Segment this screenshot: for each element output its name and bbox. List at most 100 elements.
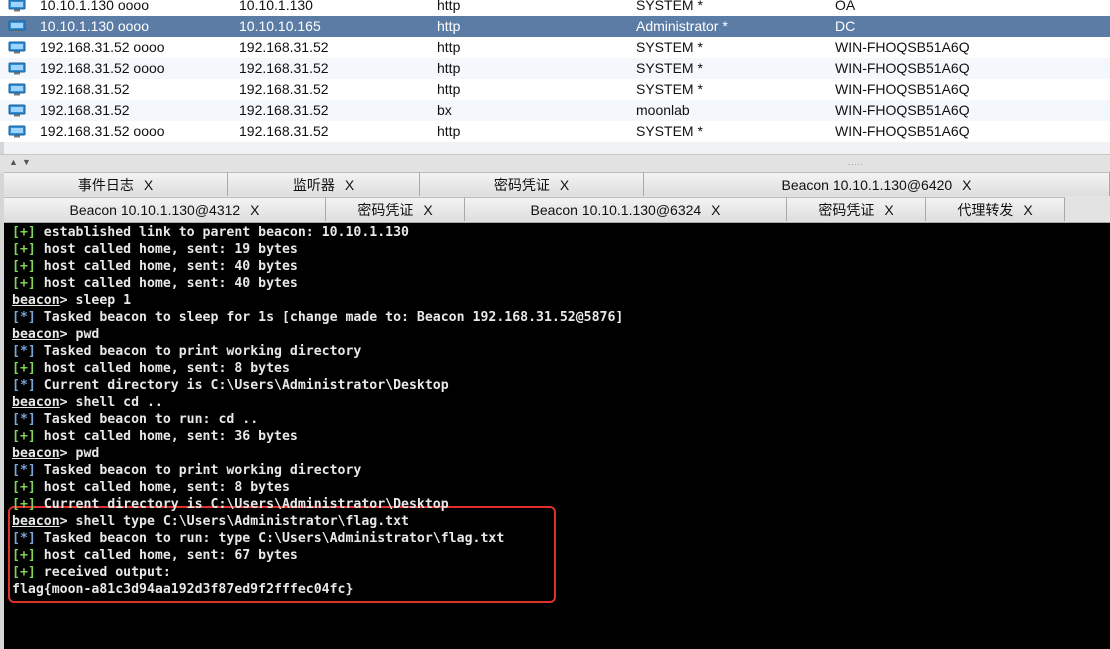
session-external-ip: 192.168.31.52 oooo: [40, 39, 165, 55]
session-row[interactable]: 10.10.1.130 oooo 10.10.10.165 http Administ…: [0, 16, 1110, 37]
session-internal-ip: 192.168.31.52: [239, 39, 329, 55]
session-listener: http: [437, 81, 461, 97]
divider-grip-icon[interactable]: .....: [848, 158, 864, 167]
tab-close-icon[interactable]: X: [423, 202, 432, 218]
tab[interactable]: 代理转发 X: [926, 197, 1065, 221]
tab[interactable]: 监听器 X: [228, 172, 420, 196]
session-computer-name: WIN-FHOQSB51A6Q: [835, 60, 970, 76]
session-user: SYSTEM *: [636, 81, 703, 97]
session-user: SYSTEM *: [636, 123, 703, 139]
console-prefix: [+]: [12, 259, 36, 274]
tab-close-icon[interactable]: X: [250, 202, 259, 218]
tab[interactable]: 密码凭证 X: [326, 197, 465, 221]
console-output-line: [+] host called home, sent: 8 bytes: [12, 479, 290, 496]
tab[interactable]: 密码凭证 X: [420, 172, 644, 196]
console-output-line: flag{moon-a81c3d94aa192d3f87ed9f2fffec04…: [12, 581, 353, 598]
tab-close-icon[interactable]: X: [962, 177, 971, 193]
flag-text: flag{moon-a81c3d94aa192d3f87ed9f2fffec04…: [12, 582, 354, 597]
sessions-table-footer: [0, 142, 1110, 154]
console-prefix: [+]: [12, 480, 36, 495]
beacon-prompt: beacon: [12, 327, 60, 342]
console-prefix: [*]: [12, 310, 36, 325]
computer-icon: [8, 125, 26, 138]
console-text: Tasked beacon to print working directory: [35, 463, 362, 478]
computer-icon: [8, 104, 26, 117]
console-output-line: [+] host called home, sent: 67 bytes: [12, 547, 298, 564]
beacon-prompt: beacon: [12, 514, 60, 529]
console-prefix: [+]: [12, 565, 36, 580]
console-prefix: [*]: [12, 378, 36, 393]
beacon-console[interactable]: [+] established link to parent beacon: 1…: [4, 223, 1110, 649]
session-row[interactable]: 192.168.31.52 oooo 192.168.31.52 http SYSTE…: [0, 121, 1110, 142]
collapse-down-icon[interactable]: ▼: [22, 157, 31, 167]
tab-close-icon[interactable]: X: [884, 202, 893, 218]
console-text: host called home, sent: 19 bytes: [35, 242, 298, 257]
tab[interactable]: 事件日志 X: [4, 172, 228, 196]
console-prefix: [*]: [12, 531, 36, 546]
session-external-ip: 10.10.1.130 oooo: [40, 18, 149, 34]
console-text: host called home, sent: 67 bytes: [35, 548, 298, 563]
console-output-line: [+] received output:: [12, 564, 171, 581]
tab-label: Beacon 10.10.1.130@6324: [530, 202, 702, 218]
session-row[interactable]: 192.168.31.52 192.168.31.52 bx moonlab WIN-F…: [0, 100, 1110, 121]
console-output-line: [+] host called home, sent: 40 bytes: [12, 258, 298, 275]
console-output-line: [*] Current directory is C:\Users\Admini…: [12, 377, 449, 394]
session-external-ip: 192.168.31.52: [40, 81, 130, 97]
collapse-up-icon[interactable]: ▲: [9, 157, 18, 167]
console-text: Tasked beacon to sleep for 1s [change ma…: [35, 310, 624, 325]
session-row[interactable]: 192.168.31.52 oooo 192.168.31.52 http SYSTE…: [0, 37, 1110, 58]
console-text: Tasked beacon to run: type C:\Users\Admi…: [35, 531, 505, 546]
computer-icon: [8, 20, 26, 33]
session-computer-name: WIN-FHOQSB51A6Q: [835, 81, 970, 97]
console-output-line: [+] host called home, sent: 36 bytes: [12, 428, 298, 445]
console-output-line: [*] Tasked beacon to print working direc…: [12, 462, 361, 479]
console-prefix: [*]: [12, 344, 36, 359]
console-output-line: [*] Tasked beacon to run: cd ..: [12, 411, 258, 428]
split-pane-divider[interactable]: ▲ ▼ .....: [0, 154, 1110, 173]
console-text: host called home, sent: 8 bytes: [35, 361, 290, 376]
console-command-line: beacon> pwd: [12, 445, 99, 462]
console-output-line: [*] Tasked beacon to sleep for 1s [chang…: [12, 309, 623, 326]
tab[interactable]: Beacon 10.10.1.130@6324 X: [465, 197, 787, 221]
console-text: established link to parent beacon: 10.10…: [35, 225, 409, 240]
tab-label: 监听器: [292, 177, 335, 193]
session-internal-ip: 192.168.31.52: [239, 81, 329, 97]
console-text: host called home, sent: 40 bytes: [35, 276, 298, 291]
tab-label: 密码凭证: [818, 202, 875, 218]
session-user: Administrator *: [636, 18, 728, 34]
tab[interactable]: 密码凭证 X: [787, 197, 926, 221]
session-listener: http: [437, 0, 461, 13]
session-row[interactable]: 192.168.31.52 oooo 192.168.31.52 http SYSTE…: [0, 58, 1110, 79]
console-text: Tasked beacon to run: cd ..: [35, 412, 259, 427]
console-output-line: [*] Tasked beacon to run: type C:\Users\…: [12, 530, 504, 547]
tab-close-icon[interactable]: X: [345, 177, 354, 193]
tab-close-icon[interactable]: X: [1023, 202, 1032, 218]
console-output-line: [+] established link to parent beacon: 1…: [12, 224, 409, 241]
console-prefix: [+]: [12, 242, 36, 257]
console-output-line: [*] Tasked beacon to print working direc…: [12, 343, 361, 360]
console-text: Tasked beacon to print working directory: [35, 344, 362, 359]
tab[interactable]: Beacon 10.10.1.130@4312 X: [4, 197, 326, 221]
session-row[interactable]: 10.10.1.130 oooo 10.10.1.130 http SYSTEM * O…: [0, 0, 1110, 16]
tab[interactable]: Beacon 10.10.1.130@6420 X: [644, 172, 1110, 196]
tab-bar-row-1: 事件日志 X 监听器 X 密码凭证 X Beacon 10.10.1.130@6420 X: [4, 172, 1110, 198]
console-text: received output:: [35, 565, 171, 580]
console-text: host called home, sent: 40 bytes: [35, 259, 298, 274]
session-listener: http: [437, 18, 461, 34]
session-user: SYSTEM *: [636, 39, 703, 55]
console-text: > shell cd ..: [59, 395, 163, 410]
console-prefix: [*]: [12, 463, 36, 478]
session-external-ip: 192.168.31.52 oooo: [40, 123, 165, 139]
console-text: > shell type C:\Users\Administrator\flag…: [59, 514, 409, 529]
computer-icon: [8, 41, 26, 54]
console-text: Current directory is C:\Users\Administra…: [35, 378, 449, 393]
tab-close-icon[interactable]: X: [144, 177, 153, 193]
console-output-line: [+] host called home, sent: 40 bytes: [12, 275, 298, 292]
console-prefix: [+]: [12, 497, 36, 512]
session-row[interactable]: 192.168.31.52 192.168.31.52 http SYSTEM * WI…: [0, 79, 1110, 100]
session-internal-ip: 10.10.1.130: [239, 0, 313, 13]
tab-close-icon[interactable]: X: [711, 202, 720, 218]
tab-close-icon[interactable]: X: [560, 177, 569, 193]
console-text: host called home, sent: 8 bytes: [35, 480, 290, 495]
computer-icon: [8, 62, 26, 75]
